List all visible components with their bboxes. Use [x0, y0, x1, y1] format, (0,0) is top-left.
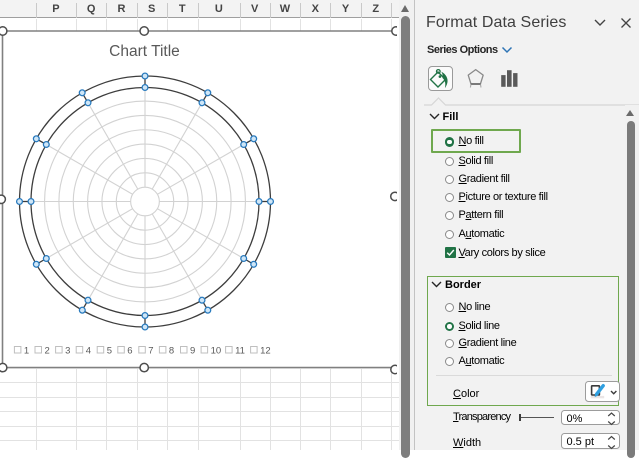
svg-text:Chart Title: Chart Title	[109, 43, 180, 60]
svg-text:8: 8	[169, 346, 174, 357]
svg-text:9: 9	[190, 346, 195, 357]
svg-text:5: 5	[107, 346, 112, 357]
svg-text:7: 7	[148, 346, 153, 357]
svg-text:6: 6	[127, 346, 132, 357]
svg-text:12: 12	[260, 346, 271, 357]
svg-text:10: 10	[211, 346, 222, 357]
svg-text:4: 4	[86, 346, 91, 357]
svg-text:3: 3	[65, 346, 70, 357]
svg-text:1: 1	[24, 346, 29, 357]
svg-text:11: 11	[235, 346, 245, 357]
svg-text:2: 2	[45, 346, 50, 357]
